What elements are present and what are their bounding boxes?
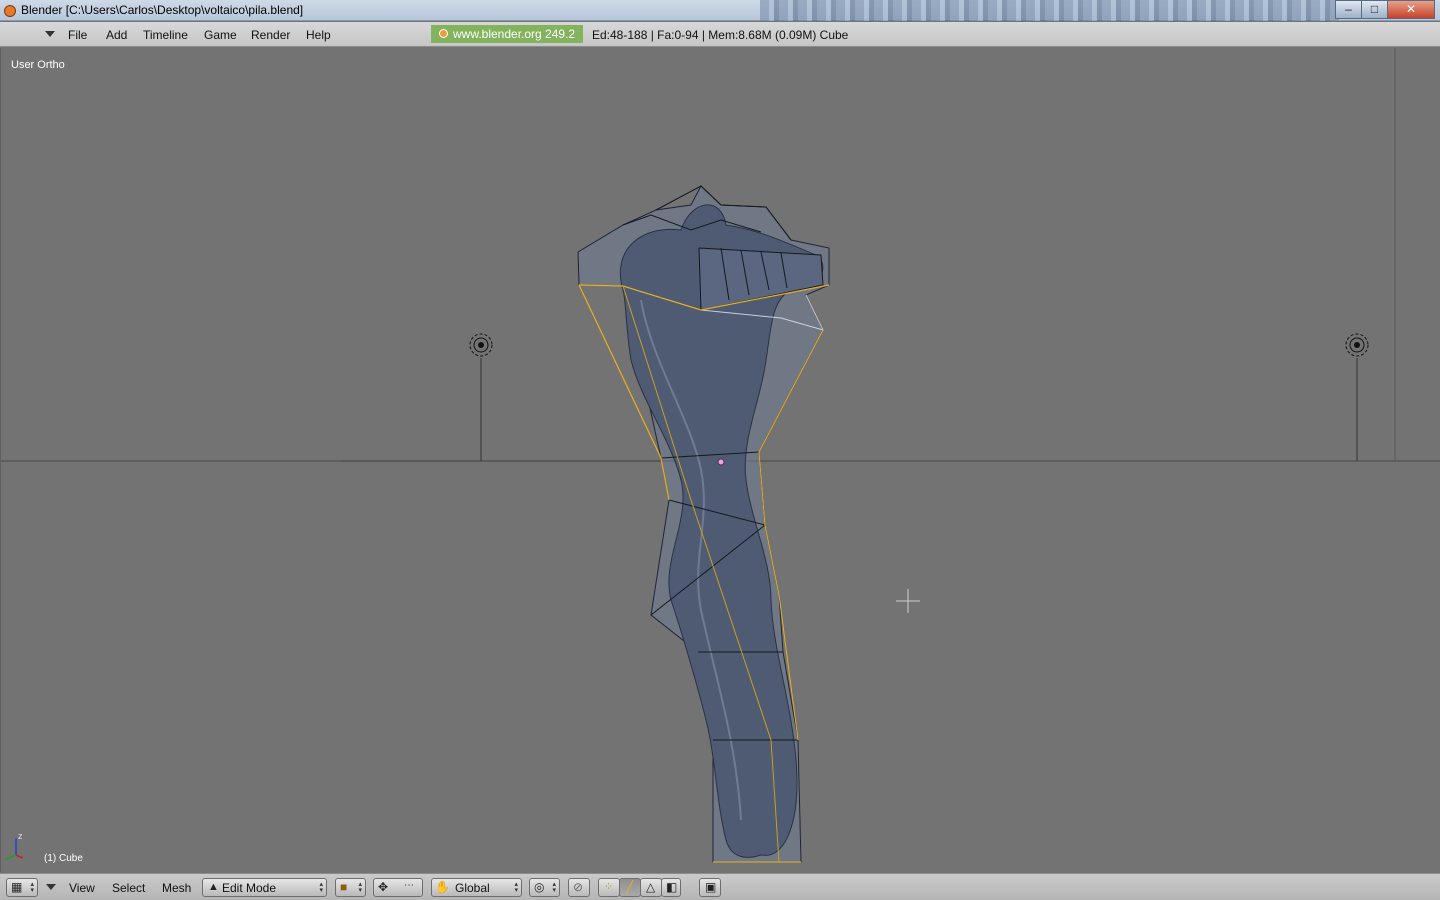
proportional-icon: ◎ (534, 880, 545, 894)
header-collapse-icon[interactable] (45, 31, 55, 37)
spinner-arrows-icon: ▴ ▾ (30, 881, 34, 894)
minimize-button[interactable]: – (1335, 0, 1362, 19)
spinner-arrows-icon: ▴ ▾ (358, 881, 362, 894)
scene-stats: Ed:48-188 | Fa:0-94 | Mem:8.68M (0.09M) … (592, 28, 849, 42)
3d-cursor-icon (896, 589, 920, 613)
manipulator-icon: ⋯ (404, 880, 414, 891)
face-select-button[interactable]: △ (640, 878, 662, 897)
blender-logo-icon (439, 29, 448, 38)
mode-value: Edit Mode (222, 881, 277, 895)
pivot-selector[interactable]: ✥ ⋯ (373, 878, 423, 897)
window-title: Blender [C:\Users\Carlos\Desktop\voltaic… (21, 3, 304, 17)
edge-select-icon: ╱ (626, 880, 634, 894)
spinner-arrows-icon: ▴ ▾ (552, 881, 556, 894)
3d-viewport[interactable]: User Ortho z (1) Cube (0, 48, 1440, 872)
mode-icon: ▲ (208, 881, 219, 893)
editor-type-button[interactable]: ▦ ▴ ▾ (6, 878, 38, 897)
vertex-select-icon: ⁘ (604, 881, 614, 893)
snap-icon: ⊘ (573, 880, 584, 894)
vertex-select-button[interactable]: ⁘ (598, 878, 620, 897)
menu-render[interactable]: Render (251, 28, 290, 42)
occlude-icon: ◧ (666, 880, 678, 894)
snap-button[interactable]: ⊘ (568, 878, 590, 897)
view-menu[interactable]: View (69, 881, 95, 895)
object-origin-icon[interactable] (717, 458, 725, 466)
splash-text: www.blender.org 249.2 (453, 27, 576, 41)
collapse-menus-icon[interactable] (46, 884, 56, 890)
titlebar-decoration (760, 0, 1340, 21)
draw-type-selector[interactable]: ■ ▴ ▾ (335, 878, 366, 897)
orientation-selector[interactable]: ✋ Global ▴ ▾ (431, 878, 522, 897)
axis-z-label: z (18, 831, 23, 841)
render-icon: ▣ (705, 880, 717, 894)
axis-gizmo-icon (5, 838, 24, 860)
face-select-icon: △ (646, 880, 656, 894)
mode-selector[interactable]: ▲ Edit Mode ▴ ▾ (202, 878, 327, 897)
menu-game[interactable]: Game (204, 28, 237, 42)
edge-select-button[interactable]: ╱ (619, 878, 641, 897)
blender-app-icon (4, 5, 16, 17)
opengl-render-button[interactable]: ▣ (699, 878, 721, 897)
lamp-right-icon[interactable] (1345, 333, 1369, 461)
pivot-icon: ✥ (378, 880, 389, 894)
draw-type-icon: ■ (340, 880, 348, 894)
menu-file[interactable]: File (68, 28, 87, 42)
hand-icon: ✋ (435, 880, 450, 894)
close-button[interactable]: ✕ (1387, 0, 1435, 19)
menu-help[interactable]: Help (306, 28, 331, 42)
viewport-canvas[interactable] (1, 48, 1440, 872)
mesh-menu[interactable]: Mesh (162, 881, 191, 895)
select-menu[interactable]: Select (112, 881, 145, 895)
spinner-arrows-icon: ▴ ▾ (319, 881, 323, 894)
active-object-label: (1) Cube (44, 853, 83, 864)
info-header: File Add Timeline Game Render Help www.b… (0, 22, 1440, 47)
menu-timeline[interactable]: Timeline (143, 28, 188, 42)
maximize-button[interactable]: □ (1361, 0, 1388, 19)
mesh-object[interactable] (577, 185, 830, 863)
menu-add[interactable]: Add (106, 28, 127, 42)
proportional-edit-button[interactable]: ◎ ▴ ▾ (529, 878, 560, 897)
lamp-left-icon[interactable] (469, 333, 493, 461)
orientation-value: Global (455, 881, 490, 895)
grid-icon: ▦ (11, 880, 23, 894)
3d-view-header: ▦ ▴ ▾ View Select Mesh ▲ Edit Mode ▴ ▾ ■ ▴… (0, 873, 1440, 900)
view-type-label: User Ortho (11, 59, 65, 71)
occlude-geometry-button[interactable]: ◧ (661, 878, 681, 897)
spinner-arrows-icon: ▴ ▾ (514, 881, 518, 894)
window-titlebar: Blender [C:\Users\Carlos\Desktop\voltaic… (0, 0, 1440, 21)
splash-version-badge[interactable]: www.blender.org 249.2 (431, 25, 583, 43)
